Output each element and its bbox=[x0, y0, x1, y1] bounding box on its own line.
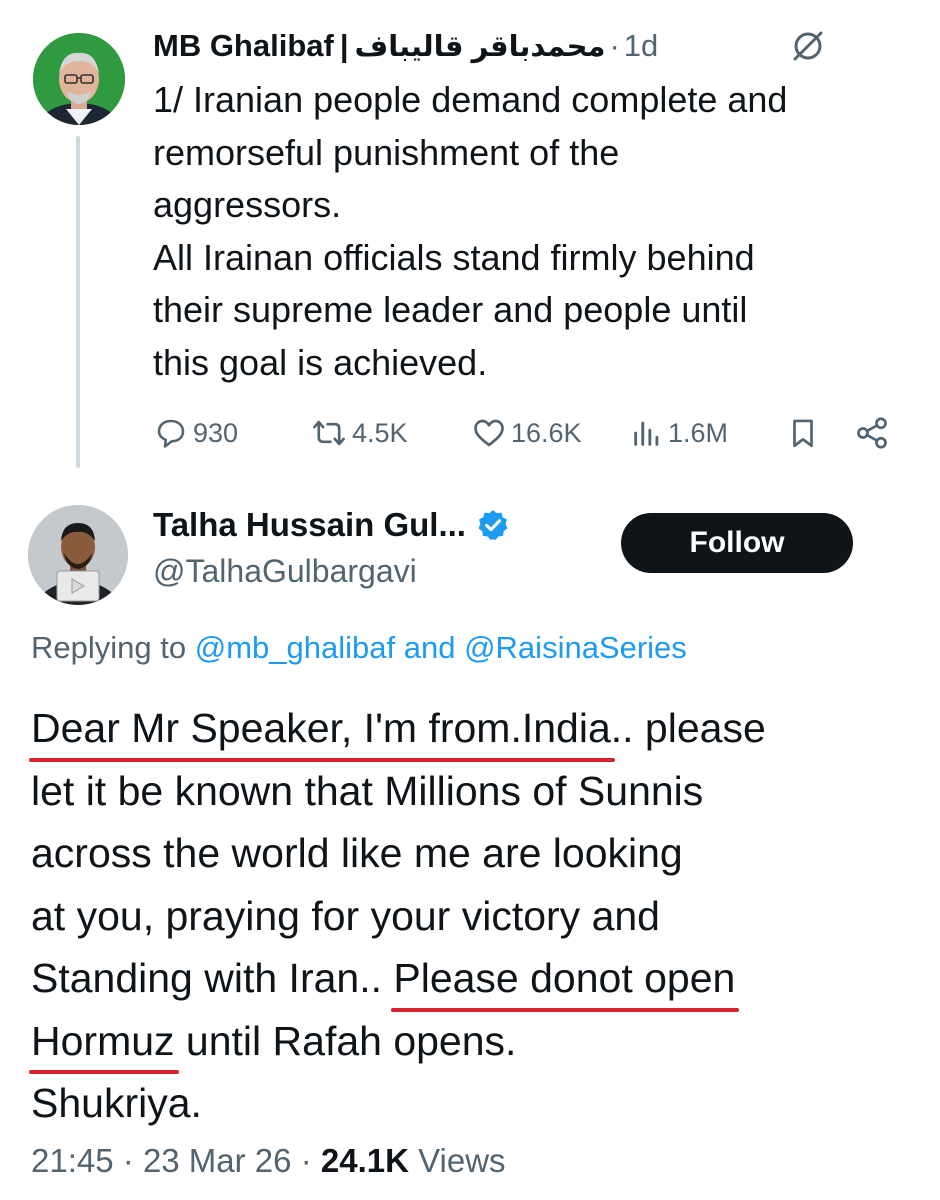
underlined-text: Hormuz bbox=[29, 1010, 179, 1074]
tweet-time[interactable]: 1d bbox=[624, 28, 658, 64]
name-separator: | bbox=[339, 28, 349, 63]
tweet-line: aggressors. bbox=[153, 184, 342, 225]
tweet-line: let it be known that Millions of Sunnis bbox=[31, 767, 704, 814]
avatar-photo bbox=[28, 505, 128, 605]
tweet-text-span: Standing with Iran.. bbox=[31, 955, 394, 1001]
views-label: Views bbox=[418, 1142, 506, 1179]
underlined-text: Dear Mr Speaker, I'm from.India bbox=[29, 697, 615, 761]
replying-and: and bbox=[403, 630, 456, 665]
tweet-date[interactable]: 23 Mar 26 bbox=[143, 1142, 292, 1179]
tweet-line: across the world like me are looking bbox=[31, 830, 683, 876]
tweet-actions: 930 4.5K 16.6K 1.6M bbox=[153, 412, 903, 454]
tweet-line: Dear Mr Speaker, I'm from.India.. please bbox=[29, 697, 911, 761]
tweet-time-dot: · bbox=[609, 28, 620, 63]
mention-link[interactable]: @mb_ghalibaf bbox=[195, 630, 395, 665]
tweet-line: their supreme leader and people until bbox=[153, 289, 748, 330]
tweet-time[interactable]: 21:45 bbox=[31, 1142, 114, 1179]
tweet-meta: 21:45 · 23 Mar 26 · 24.1K Views bbox=[31, 1142, 506, 1180]
thread-line bbox=[76, 136, 80, 468]
tweet-text: Dear Mr Speaker, I'm from.India.. please… bbox=[29, 697, 911, 1135]
view-count: 1.6M bbox=[668, 417, 729, 448]
repost-count: 4.5K bbox=[352, 417, 408, 448]
like-button[interactable]: 16.6K bbox=[471, 412, 582, 454]
author-name[interactable]: MB Ghalibaf bbox=[153, 28, 334, 64]
like-count: 16.6K bbox=[511, 417, 582, 448]
tweet-line: Shukriya. bbox=[31, 1080, 202, 1126]
replying-to: Replying to @mb_ghalibaf and @RaisinaSer… bbox=[31, 630, 687, 666]
views-button[interactable]: 1.6M bbox=[630, 412, 728, 454]
tweet-line: Standing with Iran.. Please donot open bbox=[31, 947, 911, 1011]
reply-button[interactable]: 930 bbox=[153, 412, 238, 454]
bookmark-icon bbox=[793, 419, 813, 448]
repost-button[interactable]: 4.5K bbox=[310, 412, 408, 454]
tweet-line: this goal is achieved. bbox=[153, 341, 488, 383]
tweet-line: All Irainan officials stand firmly behin… bbox=[153, 236, 755, 278]
tweet-text-span: .. please bbox=[610, 705, 766, 751]
mention-link[interactable]: @RaisinaSeries bbox=[464, 630, 687, 665]
tweet-line: 1/ Iranian people demand complete and bbox=[153, 79, 788, 120]
share-button[interactable] bbox=[853, 412, 891, 454]
reply-icon bbox=[157, 419, 185, 448]
author-name[interactable]: Talha Hussain Gul... bbox=[153, 506, 466, 544]
underlined-text: Please donot open bbox=[391, 947, 740, 1011]
share-icon bbox=[857, 417, 887, 449]
replying-prefix: Replying to bbox=[31, 630, 187, 665]
views-icon bbox=[634, 421, 659, 446]
tweet-line: Hormuz until Rafah opens. bbox=[29, 1010, 911, 1074]
view-count: 24.1K bbox=[320, 1142, 409, 1179]
meta-dot: · bbox=[122, 1142, 134, 1179]
tweet-text-span: until Rafah opens. bbox=[174, 1017, 517, 1064]
avatar-photo bbox=[33, 33, 125, 125]
tweet-text: 1/ Iranian people demand complete and re… bbox=[153, 74, 913, 389]
tweet-line: at you, praying for your victory and bbox=[31, 892, 660, 939]
reply-author-row: Talha Hussain Gul... bbox=[153, 505, 510, 545]
meta-dot: · bbox=[300, 1142, 312, 1179]
grok-icon[interactable] bbox=[790, 28, 826, 64]
author-handle[interactable]: @TalhaGulbargavi bbox=[153, 553, 417, 590]
follow-button[interactable]: Follow bbox=[621, 513, 853, 573]
avatar[interactable] bbox=[33, 33, 125, 125]
tweet-line: remorseful punishment of the bbox=[153, 131, 620, 173]
repost-icon bbox=[313, 420, 345, 446]
bookmark-button[interactable] bbox=[786, 412, 820, 454]
verified-badge-icon bbox=[478, 510, 508, 541]
author-name-arabic[interactable]: محمدباقر قالیباف bbox=[355, 29, 606, 64]
tweet-header: MB Ghalibaf | محمدباقر قالیباف · 1d bbox=[153, 24, 658, 68]
reply-count: 930 bbox=[193, 417, 239, 448]
heart-icon bbox=[474, 419, 504, 447]
avatar[interactable] bbox=[28, 505, 128, 605]
